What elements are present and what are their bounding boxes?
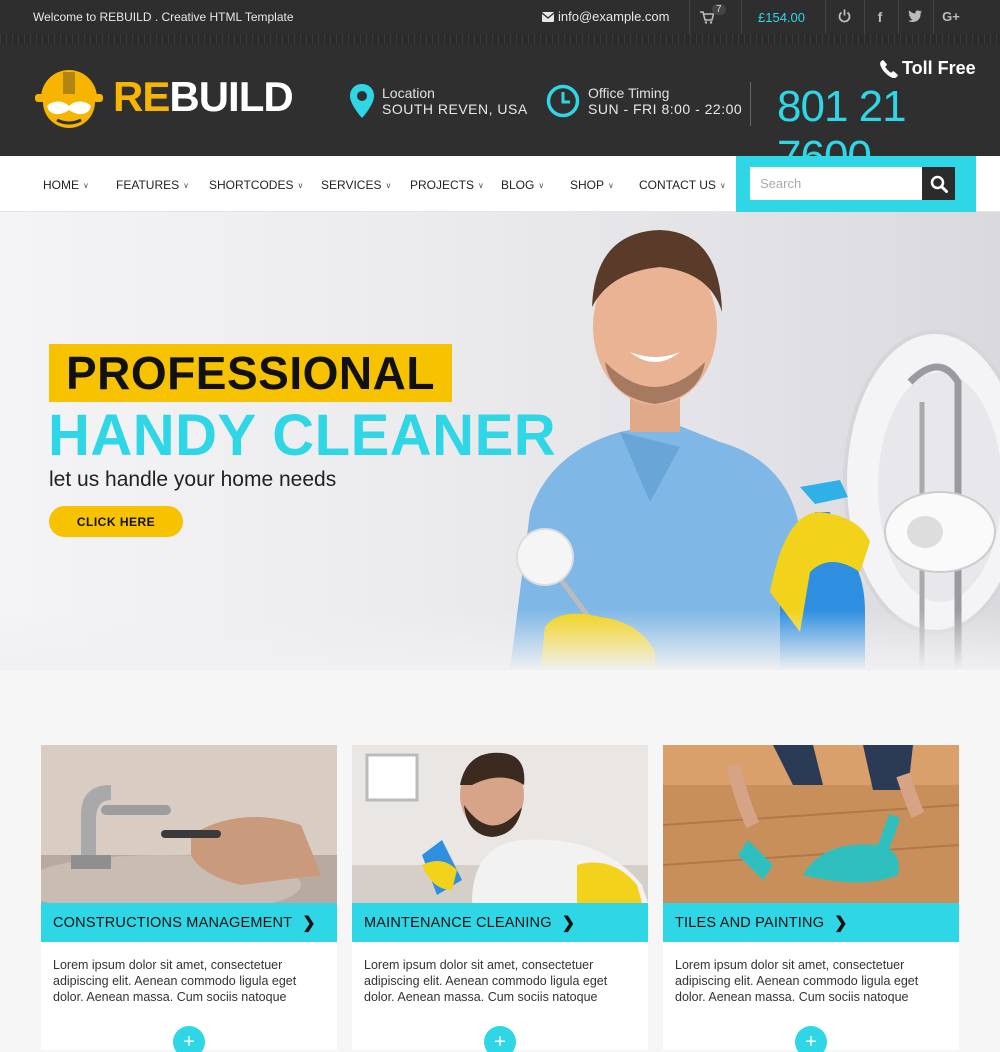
hero-banner: PROFESSIONAL HANDY CLEANER let us handle… <box>0 212 1000 670</box>
search-button[interactable] <box>922 167 955 200</box>
hero-subtitle: let us handle your home needs <box>49 468 337 491</box>
chevron-down-icon: ∨ <box>538 180 545 190</box>
nav-item-shortcodes[interactable]: SHORTCODES ∨ <box>209 178 303 192</box>
service-title: CONSTRUCTIONS MANAGEMENT <box>53 914 293 931</box>
service-image-dustpan <box>663 745 959 903</box>
hero-title-professional: PROFESSIONAL <box>49 344 452 402</box>
chevron-down-icon: ∨ <box>478 180 484 190</box>
service-title-bar[interactable]: TILES AND PAINTING ❯ <box>663 903 959 942</box>
clock-icon <box>546 84 580 118</box>
facebook-icon[interactable]: f <box>869 9 891 25</box>
service-title: TILES AND PAINTING <box>675 914 825 931</box>
service-description: Lorem ipsum dolor sit amet, consectetuer… <box>53 958 297 1004</box>
nav-item-home[interactable]: HOME ∨ <box>43 178 89 192</box>
divider <box>898 0 899 34</box>
top-bar: Welcome to REBUILD . Creative HTML Templ… <box>0 0 1000 34</box>
power-icon[interactable] <box>833 9 855 26</box>
location-value: SOUTH REVEN, USA <box>382 101 528 117</box>
divider <box>825 0 826 34</box>
map-pin-icon <box>350 84 374 118</box>
chevron-down-icon: ∨ <box>83 180 89 190</box>
email-link[interactable]: info@example.com <box>542 9 669 24</box>
chevron-down-icon: ∨ <box>385 180 392 190</box>
cart-total: £154.00 <box>758 10 805 25</box>
phone-icon <box>880 59 898 78</box>
logo[interactable]: REBUILD <box>33 64 294 130</box>
chevron-right-icon: ❯ <box>561 914 576 932</box>
nav-item-shop[interactable]: SHOP ∨ <box>570 178 614 192</box>
envelope-icon <box>542 11 554 22</box>
divider <box>933 0 934 34</box>
google-plus-icon[interactable]: G+ <box>940 9 962 24</box>
logo-text: REBUILD <box>113 73 294 120</box>
timing-label: Office Timing <box>588 85 670 101</box>
service-image-cleaning-man <box>352 745 648 903</box>
chevron-right-icon: ❯ <box>302 914 316 932</box>
main-nav: HOME ∨ FEATURES ∨ SHORTCODES ∨ SERVICES ∨ PR… <box>0 156 1000 212</box>
hero-floor <box>0 610 1000 670</box>
header-divider <box>750 82 751 126</box>
twitter-icon[interactable] <box>904 9 926 25</box>
expand-plus-button[interactable]: + <box>173 1026 205 1052</box>
hardhat-mustache-logo-icon <box>35 70 103 128</box>
service-image-faucet <box>41 745 337 903</box>
chevron-down-icon: ∨ <box>183 180 189 190</box>
search-icon <box>930 175 948 193</box>
service-description: Lorem ipsum dolor sit amet, consectetuer… <box>364 958 608 1004</box>
service-card-maintenance: MAINTENANCE CLEANING ❯ Lorem ipsum dolor… <box>352 745 648 1052</box>
divider <box>689 0 690 34</box>
search-box <box>736 156 976 212</box>
service-description: Lorem ipsum dolor sit amet, consectetuer… <box>675 958 919 1004</box>
service-card-constructions: CONSTRUCTIONS MANAGEMENT ❯ Lorem ipsum d… <box>41 745 337 1052</box>
nav-item-blog[interactable]: BLOG ∨ <box>501 178 544 192</box>
click-here-button[interactable]: CLICK HERE <box>49 506 183 537</box>
divider <box>864 0 865 34</box>
nav-item-contact-us[interactable]: CONTACT US ∨ <box>639 178 726 192</box>
location-info: Location SOUTH REVEN, USA <box>350 84 528 118</box>
office-timing-info: Office Timing SUN - FRI 8:00 - 22:00 <box>546 84 742 118</box>
chevron-right-icon: ❯ <box>834 914 848 932</box>
welcome-text: Welcome to REBUILD . Creative HTML Templ… <box>33 10 294 24</box>
hero-title-handy-cleaner: HANDY CLEANER <box>48 403 557 468</box>
chevron-down-icon: ∨ <box>297 180 304 190</box>
chevron-down-icon: ∨ <box>719 180 726 190</box>
chevron-down-icon: ∨ <box>608 180 614 190</box>
timing-value: SUN - FRI 8:00 - 22:00 <box>588 101 743 117</box>
toll-free: Toll Free <box>880 58 976 79</box>
location-label: Location <box>382 85 435 101</box>
nav-item-services[interactable]: SERVICES ∨ <box>321 178 391 192</box>
email-text: info@example.com <box>558 9 670 24</box>
expand-plus-button[interactable]: + <box>795 1026 827 1052</box>
service-title: MAINTENANCE CLEANING <box>364 914 552 931</box>
search-input[interactable] <box>750 167 922 200</box>
cart-count-badge: 7 <box>712 4 726 15</box>
nav-item-projects[interactable]: PROJECTS ∨ <box>410 178 484 192</box>
service-title-bar[interactable]: MAINTENANCE CLEANING ❯ <box>352 903 648 942</box>
nav-item-features[interactable]: FEATURES ∨ <box>116 178 189 192</box>
header: REBUILD Location SOUTH REVEN, USA Office… <box>0 34 1000 181</box>
toll-free-label: Toll Free <box>902 58 976 78</box>
cart-icon <box>700 11 714 24</box>
service-title-bar[interactable]: CONSTRUCTIONS MANAGEMENT ❯ <box>41 903 337 942</box>
expand-plus-button[interactable]: + <box>484 1026 516 1052</box>
service-card-tiles: TILES AND PAINTING ❯ Lorem ipsum dolor s… <box>663 745 959 1052</box>
divider <box>741 0 742 34</box>
